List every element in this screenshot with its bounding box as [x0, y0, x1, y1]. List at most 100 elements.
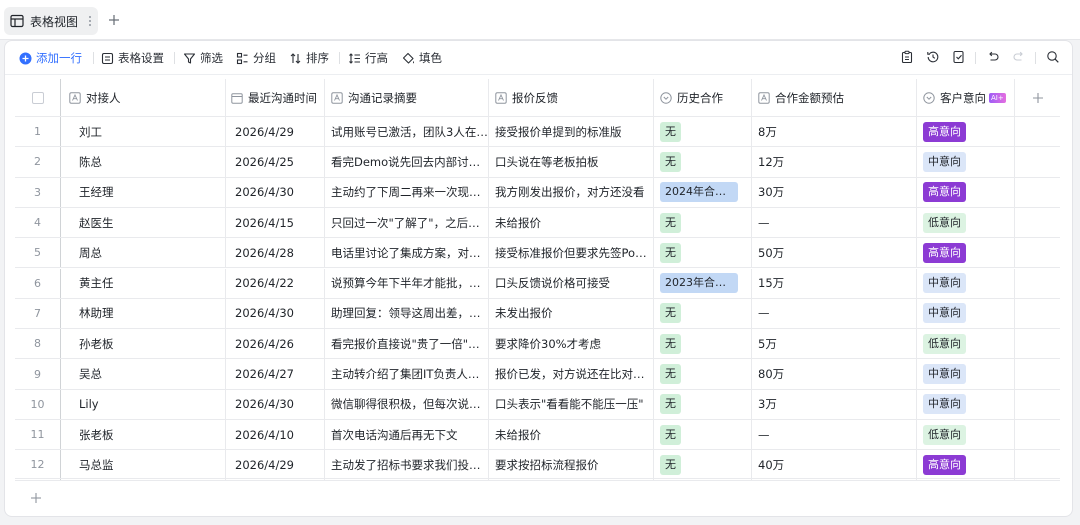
search-icon[interactable]	[1046, 50, 1060, 64]
cell-history[interactable]: 无	[654, 298, 752, 329]
cell-summary[interactable]: 主动转介绍了集团IT负责人，…	[325, 359, 489, 389]
cell-contact[interactable]: 王经理	[61, 177, 226, 207]
cell-summary[interactable]: 看完报价直接说"贵了一倍"，…	[325, 329, 489, 359]
table-row[interactable]: 1 刘工 2026/4/29 试用账号已激活，团队3人在… 接受报价单提到的标准版 无 8万…	[15, 117, 1060, 148]
redo-icon[interactable]	[1012, 50, 1026, 64]
cell-amount[interactable]: 30万	[752, 177, 917, 207]
cell-amount[interactable]: —	[752, 420, 917, 450]
cell-amount[interactable]: 15万	[752, 268, 917, 298]
cell-summary[interactable]: 主动发了招标书要求我们投标…	[325, 450, 489, 480]
table-row[interactable]: 9 吴总 2026/4/27 主动转介绍了集团IT负责人，… 报价已发，对方说还在比对方…	[15, 359, 1060, 390]
cell-quote[interactable]: 口头表示"看看能不能压一压"	[489, 389, 654, 419]
cell-last-time[interactable]: 2026/4/30	[226, 389, 325, 419]
cell-summary[interactable]: 电话里讨论了集成方案，对方…	[325, 238, 489, 268]
cell-contact[interactable]: 陈总	[61, 147, 226, 177]
cell-contact[interactable]: 赵医生	[61, 207, 226, 238]
cell-quote[interactable]: 报价已发，对方说还在比对方…	[489, 359, 654, 389]
column-header-contact[interactable]: 对接人	[61, 79, 226, 116]
cell-history[interactable]: 无	[654, 420, 752, 450]
view-tab-table[interactable]: 表格视图	[4, 7, 98, 35]
filter-button[interactable]: 筛选	[183, 49, 223, 67]
cell-contact[interactable]: 孙老板	[61, 329, 226, 359]
table-settings-button[interactable]: 表格设置	[101, 49, 164, 67]
cell-history[interactable]: 无	[654, 389, 752, 419]
cell-last-time[interactable]: 2026/4/30	[226, 177, 325, 207]
cell-amount[interactable]: 5万	[752, 329, 917, 359]
cell-summary[interactable]: 只回过一次"了解了"，之后已…	[325, 207, 489, 238]
add-view-icon[interactable]	[106, 12, 122, 28]
cell-contact[interactable]: Lily	[61, 389, 226, 419]
table-row[interactable]: 10 Lily 2026/4/30 微信聊得很积极，但每次说到… 口头表示"看看能不能压…	[15, 389, 1060, 420]
cell-contact[interactable]: 周总	[61, 238, 226, 268]
column-header-intent[interactable]: 客户意向 AI+	[917, 79, 1015, 116]
cell-contact[interactable]: 林助理	[61, 298, 226, 329]
cell-quote[interactable]: 口头反馈说价格可接受	[489, 268, 654, 298]
cell-amount[interactable]: 12万	[752, 147, 917, 177]
cell-summary[interactable]: 首次电话沟通后再无下文	[325, 420, 489, 450]
cell-intent[interactable]: 中意向	[917, 359, 1015, 389]
column-header-summary[interactable]: 沟通记录摘要	[325, 79, 489, 116]
cell-quote[interactable]: 未发出报价	[489, 298, 654, 329]
check-document-icon[interactable]	[952, 50, 966, 64]
cell-summary[interactable]: 试用账号已激活，团队3人在…	[325, 117, 489, 147]
table-row[interactable]: 8 孙老板 2026/4/26 看完报价直接说"贵了一倍"，… 要求降价30%才考虑 无 5…	[15, 329, 1060, 360]
cell-amount[interactable]: 40万	[752, 450, 917, 480]
history-icon[interactable]	[926, 50, 940, 64]
sort-button[interactable]: 排序	[289, 49, 329, 67]
table-row[interactable]: 4 赵医生 2026/4/15 只回过一次"了解了"，之后已… 未给报价 无 — 低意向	[15, 207, 1060, 239]
cell-last-time[interactable]: 2026/4/30	[226, 298, 325, 329]
add-row-footer[interactable]	[15, 478, 1060, 516]
group-button[interactable]: 分组	[236, 49, 276, 67]
more-vertical-icon[interactable]	[88, 14, 92, 28]
clipboard-icon[interactable]	[900, 50, 914, 64]
cell-intent[interactable]: 高意向	[917, 238, 1015, 268]
cell-amount[interactable]: 50万	[752, 238, 917, 268]
cell-intent[interactable]: 中意向	[917, 389, 1015, 419]
cell-summary[interactable]: 主动约了下周二再来一次现场…	[325, 177, 489, 207]
table-row[interactable]: 7 林助理 2026/4/30 助理回复：领导这周出差，回… 未发出报价 无 — 中意向	[15, 298, 1060, 330]
cell-quote[interactable]: 接受报价单提到的标准版	[489, 117, 654, 147]
cell-quote[interactable]: 要求降价30%才考虑	[489, 329, 654, 359]
table-row[interactable]: 6 黄主任 2026/4/22 说预算今年下半年才能批，让… 口头反馈说价格可接受 202…	[15, 268, 1060, 299]
cell-quote[interactable]: 我方刚发出报价，对方还没看	[489, 177, 654, 207]
cell-amount[interactable]: 8万	[752, 117, 917, 147]
table-row[interactable]: 11 张老板 2026/4/10 首次电话沟通后再无下文 未给报价 无 — 低意向	[15, 420, 1060, 451]
cell-history[interactable]: 无	[654, 147, 752, 177]
cell-amount[interactable]: 80万	[752, 359, 917, 389]
cell-intent[interactable]: 中意向	[917, 298, 1015, 329]
add-row-button[interactable]: 添加一行	[19, 49, 82, 67]
cell-contact[interactable]: 黄主任	[61, 268, 226, 298]
cell-summary[interactable]: 微信聊得很积极，但每次说到…	[325, 389, 489, 419]
cell-quote[interactable]: 要求按招标流程报价	[489, 450, 654, 480]
cell-quote[interactable]: 口头说在等老板拍板	[489, 147, 654, 177]
cell-last-time[interactable]: 2026/4/22	[226, 268, 325, 298]
cell-last-time[interactable]: 2026/4/10	[226, 420, 325, 450]
cell-intent[interactable]: 低意向	[917, 207, 1015, 238]
table-row[interactable]: 3 王经理 2026/4/30 主动约了下周二再来一次现场… 我方刚发出报价，对方还没看…	[15, 177, 1060, 208]
cell-amount[interactable]: —	[752, 298, 917, 329]
cell-history[interactable]: 2023年合作…	[654, 268, 752, 298]
cell-intent[interactable]: 低意向	[917, 329, 1015, 359]
cell-history[interactable]: 无	[654, 207, 752, 238]
cell-intent[interactable]: 高意向	[917, 450, 1015, 480]
cell-last-time[interactable]: 2026/4/26	[226, 329, 325, 359]
column-header-last-time[interactable]: 最近沟通时间	[226, 79, 325, 116]
table-row[interactable]: 5 周总 2026/4/28 电话里讨论了集成方案，对方… 接受标准报价但要求先签PoC…	[15, 238, 1060, 269]
cell-last-time[interactable]: 2026/4/28	[226, 238, 325, 268]
undo-icon[interactable]	[986, 50, 1000, 64]
row-height-button[interactable]: 行高	[348, 49, 388, 67]
cell-contact[interactable]: 马总监	[61, 450, 226, 480]
cell-last-time[interactable]: 2026/4/25	[226, 147, 325, 177]
cell-last-time[interactable]: 2026/4/27	[226, 359, 325, 389]
cell-last-time[interactable]: 2026/4/15	[226, 207, 325, 238]
cell-intent[interactable]: 高意向	[917, 117, 1015, 147]
cell-intent[interactable]: 中意向	[917, 268, 1015, 298]
cell-history[interactable]: 2024年合作…	[654, 177, 752, 207]
cell-quote[interactable]: 未给报价	[489, 207, 654, 238]
cell-history[interactable]: 无	[654, 238, 752, 268]
cell-history[interactable]: 无	[654, 450, 752, 480]
cell-last-time[interactable]: 2026/4/29	[226, 117, 325, 147]
column-header-amount[interactable]: 合作金额预估	[752, 79, 917, 116]
add-column-button[interactable]	[1015, 79, 1060, 116]
cell-amount[interactable]: 3万	[752, 389, 917, 419]
